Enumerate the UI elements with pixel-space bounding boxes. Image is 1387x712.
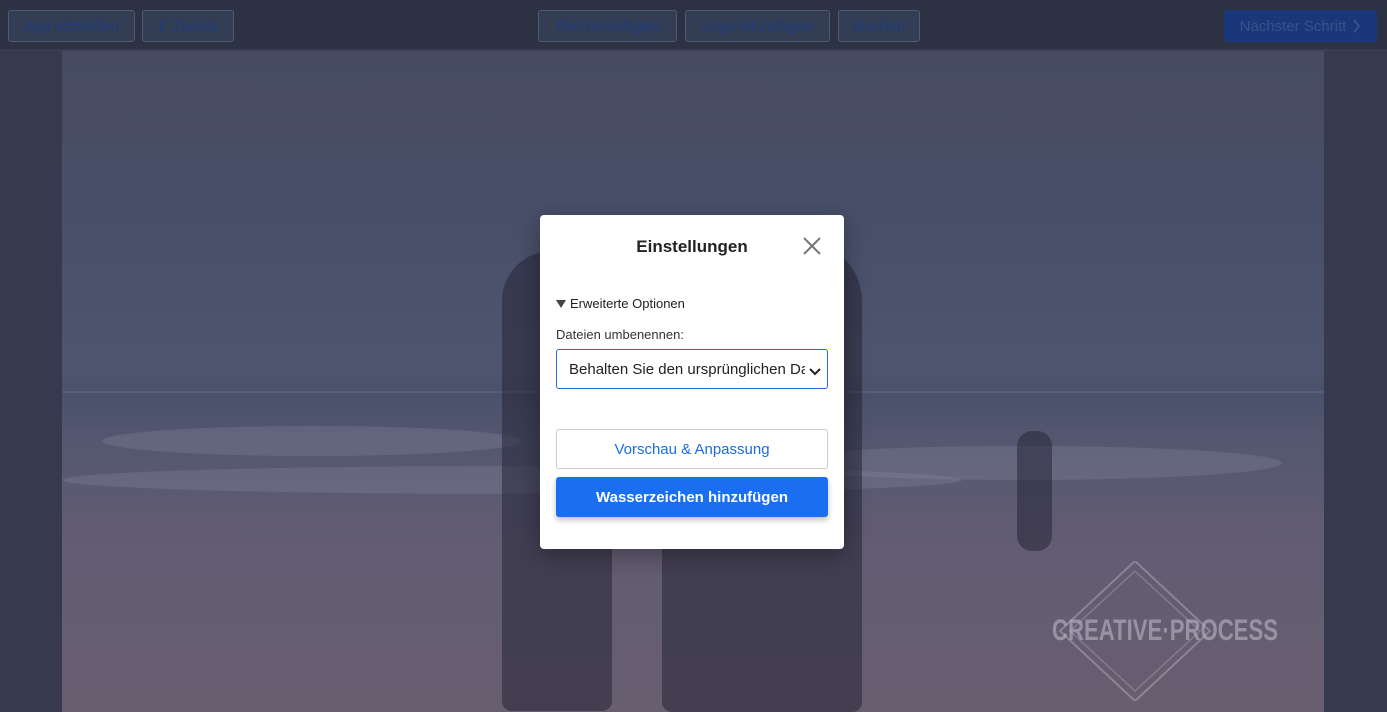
chevron-down-icon [809,364,821,381]
advanced-options-label: Erweiterte Optionen [570,296,685,311]
rename-select-value: Behalten Sie den ursprünglichen Dateinam… [569,360,805,378]
close-icon [803,236,821,260]
rename-files-select[interactable]: Behalten Sie den ursprünglichen Dateinam… [556,349,828,389]
preview-adjust-label: Vorschau & Anpassung [614,440,770,458]
advanced-options-toggle[interactable]: Erweiterte Optionen [556,296,685,311]
dialog-title: Einstellungen [636,237,748,256]
add-watermark-label: Wasserzeichen hinzufügen [596,488,788,506]
close-dialog-button[interactable] [800,236,824,260]
preview-adjust-button[interactable]: Vorschau & Anpassung [556,429,828,469]
settings-dialog: Einstellungen Erweiterte Optionen Dateie… [540,215,844,549]
triangle-down-icon [556,299,566,308]
add-watermark-button[interactable]: Wasserzeichen hinzufügen [556,477,828,517]
rename-files-label: Dateien umbenennen: [556,327,684,342]
